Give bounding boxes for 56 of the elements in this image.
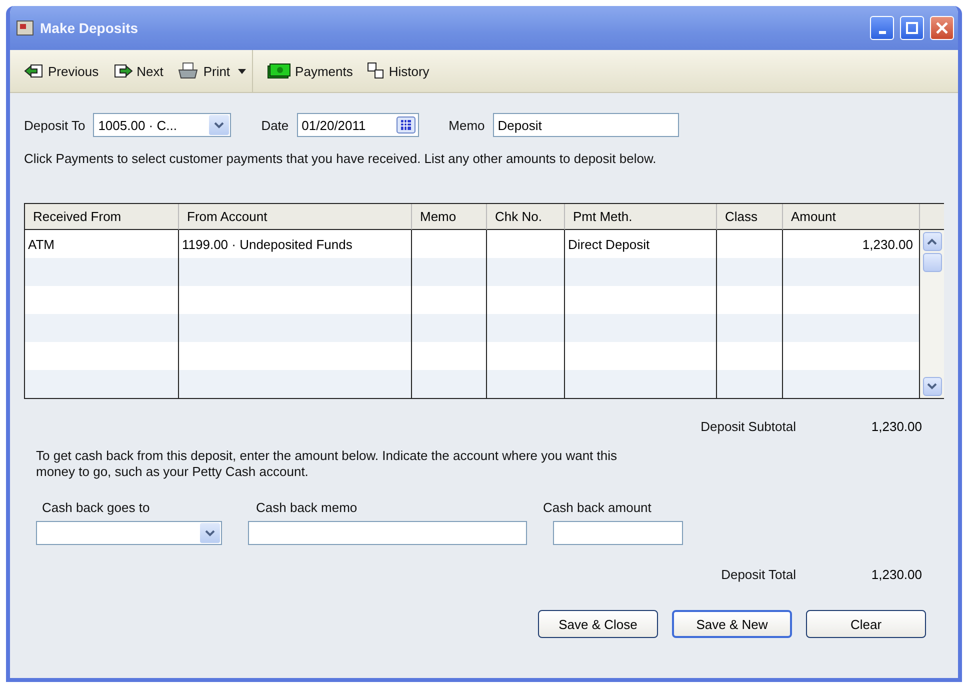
field-label: Cash back amount [543,500,652,515]
column-header[interactable]: From Account [179,204,412,230]
table-cell: ATM [25,230,179,258]
subtotal-value: 1,230.00 [870,419,922,434]
printer-icon [177,62,200,80]
field-label: Deposit To [24,118,86,132]
column-header[interactable]: Pmt Meth. [565,204,717,230]
chevron-up-icon [927,238,937,245]
forward-arrow-icon [112,63,133,79]
column-header[interactable]: Chk No. [487,204,565,230]
chevron-down-icon [927,383,937,390]
toolbar-button[interactable]: Print [171,59,236,83]
action-button[interactable]: Save & Close [538,610,658,638]
money-icon [267,62,292,80]
field-label: Cash back memo [255,500,358,515]
scroll-thumb[interactable] [922,253,942,272]
minimize-icon [878,30,886,34]
app-icon [16,19,34,37]
instructions-text: Click Payments to select customer payments that you have received. List any other amounts to deposit below. [24,151,658,167]
chevron-down-icon [214,122,224,128]
column-header[interactable]: Class [717,204,783,230]
toolbar-button[interactable]: Next [106,60,170,82]
action-button[interactable]: Save & New [672,610,792,638]
date-field[interactable]: 01/20/2011 [296,113,419,137]
toolbar-button[interactable]: History [360,59,436,83]
history-icon [366,62,385,80]
cash-back-account-dropdown[interactable] [36,521,222,545]
deposit-to-dropdown[interactable]: 1005.00 · C... [93,113,232,137]
back-arrow-icon [24,63,44,79]
total-value: 1,230.00 [870,567,922,582]
scroll-down-button[interactable] [922,377,942,396]
column-header[interactable]: Memo [412,204,487,230]
column-header[interactable]: Received From [25,204,179,230]
maximize-button[interactable] [900,16,924,40]
close-icon [936,22,948,34]
field-label: Date [261,118,289,132]
cash-back-memo-field[interactable] [248,521,527,545]
maximize-icon [906,22,918,34]
total-label: Deposit Total [721,567,796,582]
toolbar-button[interactable]: Previous [18,60,105,82]
calendar-icon[interactable] [396,116,416,134]
column-header[interactable]: Amount [783,204,920,230]
toolbar-button[interactable]: Payments [261,59,359,83]
cash-back-note: To get cash back from this deposit, enter the amount below. Indicate the account where you want this money to go, such as your Petty Cash account. [36,448,618,480]
window-title: Make Deposits [40,20,140,36]
scroll-up-button[interactable] [922,232,942,251]
chevron-down-icon [205,530,215,536]
minimize-button[interactable] [870,16,894,40]
subtotal-label: Deposit Subtotal [700,419,796,434]
field-label: Cash back goes to [41,500,151,515]
memo-field[interactable]: Deposit [492,113,679,137]
close-button[interactable] [930,16,954,40]
action-button[interactable]: Clear [806,610,926,638]
cash-back-amount-field[interactable] [553,521,683,545]
dropdown-caret-icon[interactable] [238,68,246,74]
field-label: Memo [448,118,485,132]
